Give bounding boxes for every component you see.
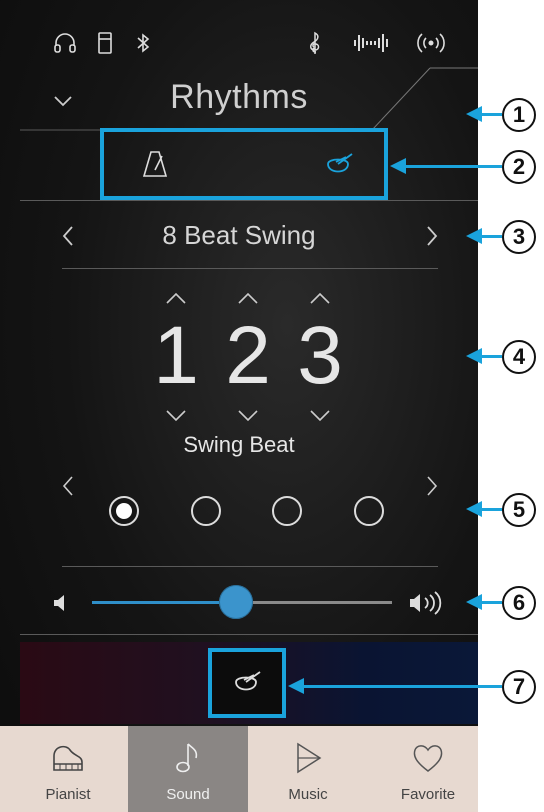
variation-radio-1[interactable]: [109, 496, 139, 526]
nav-label: Sound: [166, 786, 210, 803]
volume-high-icon: [408, 590, 448, 616]
callout-6: 6: [502, 586, 536, 620]
app-screen: Rhythms 8 Beat Swing 1 2 3 Swing Beat Pi…: [0, 0, 478, 812]
sound-wave-icon[interactable]: [352, 30, 392, 56]
divider: [62, 268, 438, 269]
metronome-icon[interactable]: [142, 150, 168, 178]
treble-clef-icon[interactable]: [302, 30, 328, 56]
volume-low-icon: [52, 592, 70, 614]
nav-sound[interactable]: Sound: [128, 726, 248, 812]
beat-column-2: 2: [218, 290, 278, 422]
drum-icon: [232, 670, 262, 696]
nav-favorite[interactable]: Favorite: [368, 726, 478, 812]
nav-label: Music: [288, 786, 328, 803]
beat-label: Swing Beat: [183, 432, 295, 457]
beat-selector: 1 2 3: [0, 290, 478, 422]
chevron-down-icon[interactable]: [164, 408, 188, 424]
music-note-icon: [170, 740, 206, 776]
divider: [62, 566, 438, 567]
volume-slider-thumb[interactable]: [219, 585, 253, 619]
volume-slider[interactable]: [92, 585, 392, 619]
volume-control: [0, 580, 478, 624]
chevron-down-icon[interactable]: [236, 408, 260, 424]
beat-column-1: 1: [146, 290, 206, 422]
variation-radio-3[interactable]: [272, 496, 302, 526]
callout-arrow: [466, 348, 482, 364]
next-rhythm-icon[interactable]: [424, 224, 440, 248]
rhythm-start-stop-button[interactable]: [208, 648, 286, 718]
callout-arrow: [466, 594, 482, 610]
callout-7: 7: [502, 670, 536, 704]
volume-slider-fill: [92, 601, 236, 604]
variation-selector: [0, 474, 478, 544]
variation-radio-2[interactable]: [191, 496, 221, 526]
heart-icon: [410, 740, 446, 776]
callout-1: 1: [502, 98, 536, 132]
callout-arrow: [466, 501, 482, 517]
bottom-nav: Pianist Sound Music Favorite: [0, 726, 478, 812]
beat-digit: 1: [153, 310, 199, 401]
play-icon: [290, 740, 326, 776]
drum-icon[interactable]: [324, 152, 354, 178]
callout-line: [300, 685, 502, 688]
variation-radio-4[interactable]: [354, 496, 384, 526]
nav-music[interactable]: Music: [248, 726, 368, 812]
chevron-up-icon[interactable]: [164, 290, 188, 306]
next-variation-icon[interactable]: [424, 474, 440, 498]
divider: [20, 634, 478, 635]
nav-label: Favorite: [400, 786, 456, 803]
bluetooth-icon[interactable]: [130, 30, 156, 56]
status-bar: [0, 22, 478, 62]
chevron-up-icon[interactable]: [308, 290, 332, 306]
callout-arrow: [466, 106, 482, 122]
chevron-up-icon[interactable]: [236, 290, 260, 306]
callout-4: 4: [502, 340, 536, 374]
rhythm-name: 8 Beat Swing: [162, 220, 316, 250]
callout-2: 2: [502, 150, 536, 184]
callout-arrow: [390, 158, 406, 174]
callout-3: 3: [502, 220, 536, 254]
callout-5: 5: [502, 493, 536, 527]
divider: [20, 200, 478, 201]
nav-pianist[interactable]: Pianist: [8, 726, 128, 812]
callout-line: [404, 165, 502, 168]
beat-digit: 3: [297, 310, 343, 401]
chevron-down-icon[interactable]: [308, 408, 332, 424]
piano-icon: [50, 740, 86, 776]
beat-column-3: 3: [290, 290, 350, 422]
callout-arrow: [288, 678, 304, 694]
beat-digit: 2: [225, 310, 271, 401]
wireless-icon[interactable]: [414, 30, 448, 56]
usb-drive-icon[interactable]: [92, 30, 118, 56]
nav-label: Pianist: [45, 786, 91, 803]
callout-arrow: [466, 228, 482, 244]
rhythm-selector: 8 Beat Swing: [0, 212, 478, 258]
headphones-icon[interactable]: [52, 30, 78, 56]
prev-variation-icon[interactable]: [60, 474, 76, 498]
mode-selector: [100, 128, 388, 200]
